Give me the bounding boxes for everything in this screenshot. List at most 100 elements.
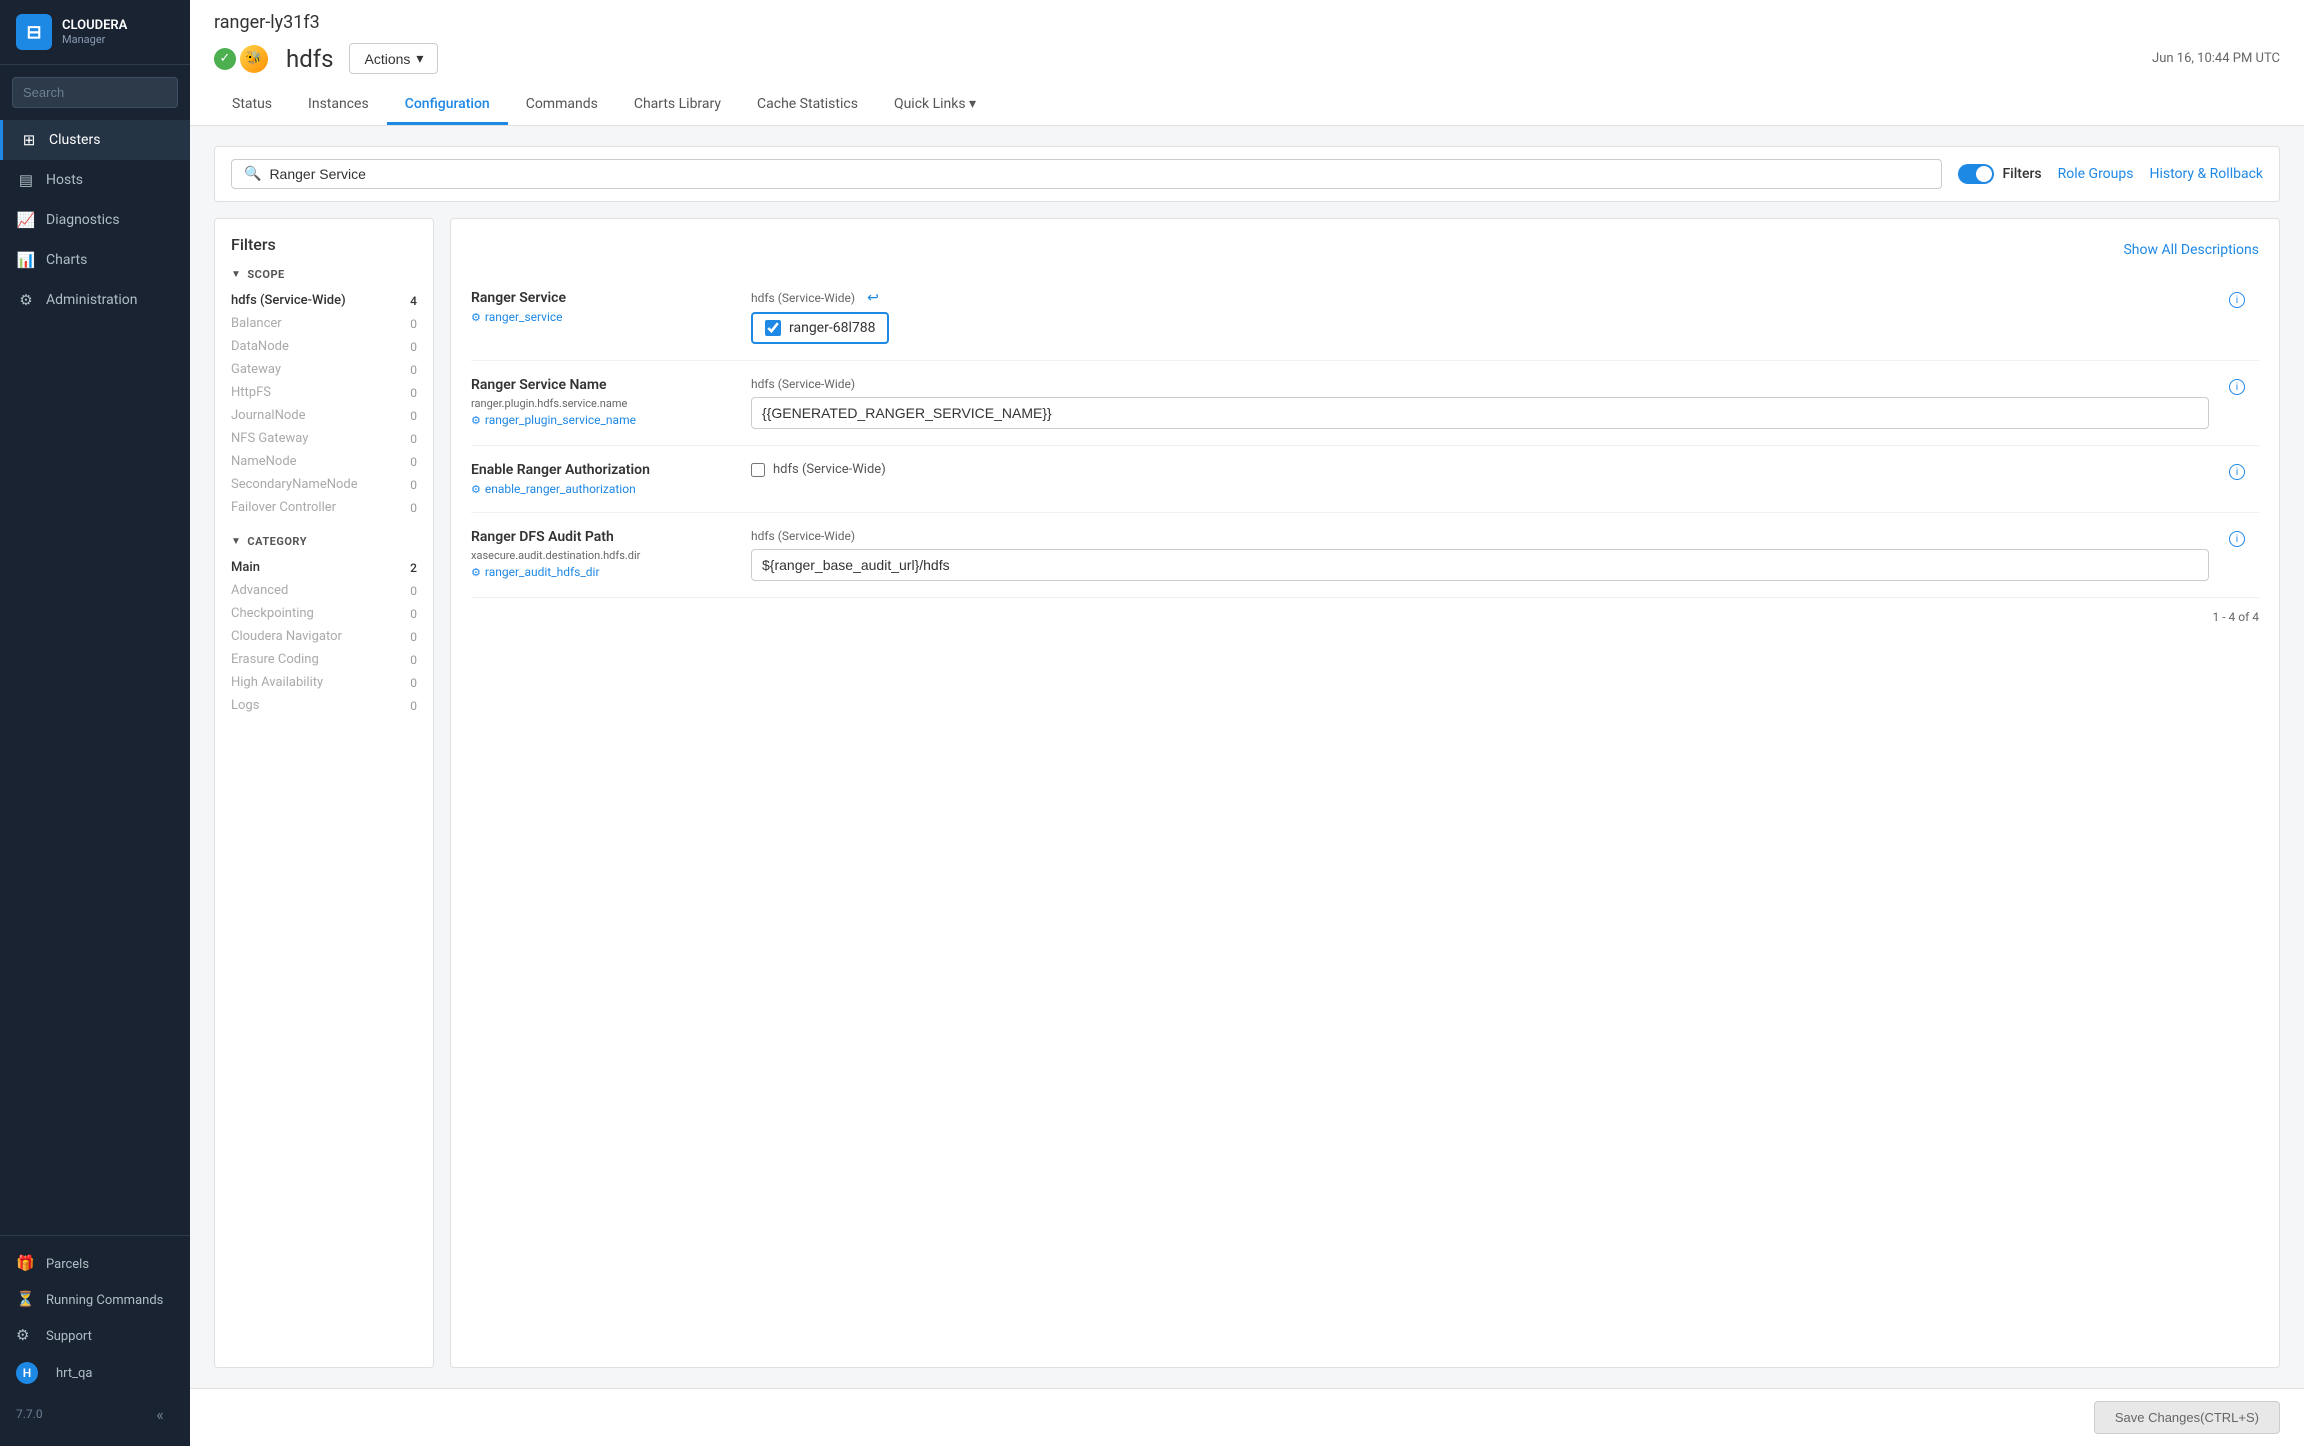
role-groups-link[interactable]: Role Groups bbox=[2058, 166, 2134, 182]
ranger-service-name-input[interactable] bbox=[751, 397, 2209, 429]
actions-dropdown-icon: ▾ bbox=[416, 50, 423, 67]
filter-scope-balancer[interactable]: Balancer 0 bbox=[231, 312, 417, 335]
filter-scope-failover-controller[interactable]: Failover Controller 0 bbox=[231, 496, 417, 519]
sidebar-item-parcels[interactable]: 🎁 Parcels bbox=[0, 1246, 190, 1282]
filter-label: Erasure Coding bbox=[231, 652, 319, 667]
config-key[interactable]: ⚙ ranger_service bbox=[471, 310, 731, 324]
filter-scope-journalnode[interactable]: JournalNode 0 bbox=[231, 404, 417, 427]
sidebar-item-diagnostics[interactable]: 📈 Diagnostics bbox=[0, 200, 190, 240]
charts-icon: 📊 bbox=[16, 250, 36, 270]
sidebar-item-charts[interactable]: 📊 Charts bbox=[0, 240, 190, 280]
config-scope: hdfs (Service-Wide) bbox=[751, 377, 2209, 391]
filter-count: 0 bbox=[410, 409, 417, 423]
ranger-service-checkbox[interactable] bbox=[765, 320, 781, 336]
filter-label: Cloudera Navigator bbox=[231, 629, 342, 644]
filter-category-checkpointing[interactable]: Checkpointing 0 bbox=[231, 602, 417, 625]
filters-toggle-switch[interactable] bbox=[1958, 164, 1994, 184]
info-icon[interactable]: i bbox=[2229, 531, 2245, 547]
scope-text: hdfs (Service-Wide) bbox=[751, 529, 855, 543]
content-area: 🔍 Filters Role Groups History & Rollback… bbox=[190, 126, 2304, 1388]
tab-instances[interactable]: Instances bbox=[290, 86, 387, 125]
config-key[interactable]: ⚙ enable_ranger_authorization bbox=[471, 482, 731, 496]
sidebar-item-support[interactable]: ⚙ Support bbox=[0, 1318, 190, 1354]
config-search-field[interactable]: 🔍 bbox=[231, 159, 1942, 189]
config-label: Ranger DFS Audit Path bbox=[471, 529, 731, 545]
category-section-header[interactable]: ▼ CATEGORY bbox=[231, 535, 417, 548]
sidebar-item-label: Administration bbox=[46, 292, 137, 308]
filter-category-cloudera-navigator[interactable]: Cloudera Navigator 0 bbox=[231, 625, 417, 648]
filter-category-logs[interactable]: Logs 0 bbox=[231, 694, 417, 717]
filter-scope-httpfs[interactable]: HttpFS 0 bbox=[231, 381, 417, 404]
info-icon[interactable]: i bbox=[2229, 464, 2245, 480]
scope-section-header[interactable]: ▼ SCOPE bbox=[231, 268, 417, 281]
sidebar-item-clusters[interactable]: ⊞ Clusters bbox=[0, 120, 190, 160]
tab-status[interactable]: Status bbox=[214, 86, 290, 125]
tab-configuration[interactable]: Configuration bbox=[387, 86, 508, 125]
show-all-descriptions-container: Show All Descriptions bbox=[471, 239, 2259, 258]
filter-scope-namenode[interactable]: NameNode 0 bbox=[231, 450, 417, 473]
config-key-text: ranger_plugin_service_name bbox=[485, 413, 636, 427]
config-row: Ranger DFS Audit Path xasecure.audit.des… bbox=[471, 529, 2259, 581]
config-label: Enable Ranger Authorization bbox=[471, 462, 731, 478]
filter-count: 0 bbox=[410, 607, 417, 621]
service-name: hdfs bbox=[286, 45, 333, 73]
filter-label: NFS Gateway bbox=[231, 431, 308, 446]
filter-category-high-availability[interactable]: High Availability 0 bbox=[231, 671, 417, 694]
filters-toggle[interactable]: Filters bbox=[1958, 164, 2041, 184]
filter-scope-secondary-namenode[interactable]: SecondaryNameNode 0 bbox=[231, 473, 417, 496]
tab-charts-library[interactable]: Charts Library bbox=[616, 86, 739, 125]
filter-scope-gateway[interactable]: Gateway 0 bbox=[231, 358, 417, 381]
config-key[interactable]: ⚙ ranger_plugin_service_name bbox=[471, 413, 731, 427]
scope-arrow-icon: ▼ bbox=[231, 269, 241, 280]
config-key[interactable]: ⚙ ranger_audit_hdfs_dir bbox=[471, 565, 731, 579]
filter-label: Main bbox=[231, 560, 260, 575]
cloudera-logo-icon: ⊟ bbox=[16, 14, 52, 50]
sidebar-item-administration[interactable]: ⚙ Administration bbox=[0, 280, 190, 320]
logo-name: CLOUDERA bbox=[62, 18, 127, 34]
ranger-dfs-audit-input[interactable] bbox=[751, 549, 2209, 581]
diagnostics-icon: 📈 bbox=[16, 210, 36, 230]
config-label-col: Ranger Service ⚙ ranger_service bbox=[471, 290, 731, 324]
save-changes-button[interactable]: Save Changes(CTRL+S) bbox=[2094, 1401, 2280, 1434]
sidebar-item-running-commands[interactable]: ⏳ Running Commands bbox=[0, 1282, 190, 1318]
filter-category-advanced[interactable]: Advanced 0 bbox=[231, 579, 417, 602]
filter-scope-datanode[interactable]: DataNode 0 bbox=[231, 335, 417, 358]
actions-button[interactable]: Actions ▾ bbox=[349, 43, 438, 74]
config-label: Ranger Service bbox=[471, 290, 731, 306]
administration-icon: ⚙ bbox=[16, 290, 36, 310]
main-tabs: Status Instances Configuration Commands … bbox=[214, 86, 2280, 125]
filter-label: Failover Controller bbox=[231, 500, 336, 515]
config-row: Enable Ranger Authorization ⚙ enable_ran… bbox=[471, 462, 2259, 496]
history-rollback-link[interactable]: History & Rollback bbox=[2149, 166, 2263, 182]
filter-scope-nfs-gateway[interactable]: NFS Gateway 0 bbox=[231, 427, 417, 450]
filter-scope-hdfs[interactable]: hdfs (Service-Wide) 4 bbox=[231, 289, 417, 312]
tab-commands[interactable]: Commands bbox=[508, 86, 616, 125]
reset-icon[interactable]: ↩ bbox=[867, 290, 879, 306]
sidebar-item-user[interactable]: H hrt_qa bbox=[0, 1354, 190, 1392]
user-avatar: H bbox=[16, 1362, 38, 1384]
category-arrow-icon: ▼ bbox=[231, 536, 241, 547]
info-icon[interactable]: i bbox=[2229, 292, 2245, 308]
filter-count: 0 bbox=[410, 432, 417, 446]
enable-ranger-auth-checkbox[interactable] bbox=[751, 463, 765, 477]
sidebar-item-label: Hosts bbox=[46, 172, 83, 188]
sidebar-item-hosts[interactable]: ▤ Hosts bbox=[0, 160, 190, 200]
config-item-ranger-service: Ranger Service ⚙ ranger_service hdfs (Se… bbox=[471, 274, 2259, 361]
config-key-text: enable_ranger_authorization bbox=[485, 482, 636, 496]
search-input[interactable] bbox=[12, 77, 178, 108]
category-section: ▼ CATEGORY Main 2 Advanced 0 Checkpointi… bbox=[231, 535, 417, 717]
info-icon[interactable]: i bbox=[2229, 379, 2245, 395]
filter-label: High Availability bbox=[231, 675, 323, 690]
collapse-sidebar-button[interactable]: « bbox=[146, 1400, 174, 1428]
filter-count: 0 bbox=[410, 340, 417, 354]
filter-category-main[interactable]: Main 2 bbox=[231, 556, 417, 579]
filter-category-erasure-coding[interactable]: Erasure Coding 0 bbox=[231, 648, 417, 671]
config-search-input[interactable] bbox=[269, 166, 1929, 182]
filter-count: 0 bbox=[410, 630, 417, 644]
tab-cache-statistics[interactable]: Cache Statistics bbox=[739, 86, 876, 125]
config-info-col: i bbox=[2229, 462, 2259, 480]
sidebar: ⊟ CLOUDERA Manager ⊞ Clusters ▤ Hosts 📈 … bbox=[0, 0, 190, 1446]
tab-quick-links[interactable]: Quick Links ▾ bbox=[876, 86, 994, 125]
show-all-descriptions-link[interactable]: Show All Descriptions bbox=[2123, 242, 2259, 258]
filter-label: Advanced bbox=[231, 583, 288, 598]
